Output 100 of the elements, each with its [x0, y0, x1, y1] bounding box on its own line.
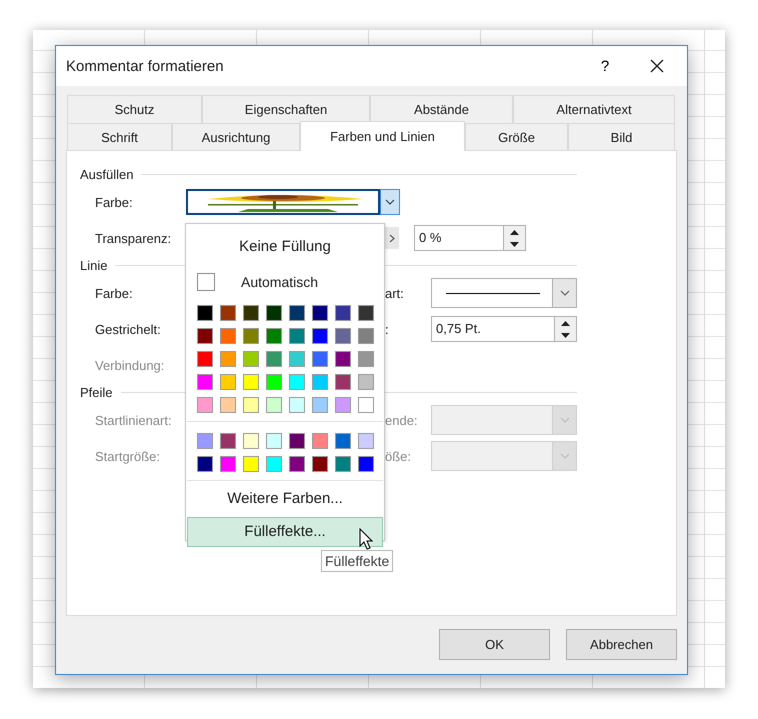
color-swatch[interactable]	[243, 374, 259, 390]
color-swatch[interactable]	[266, 305, 282, 321]
window-title: Kommentar formatieren	[66, 58, 225, 74]
tooltip: Fülleffekte	[321, 550, 394, 572]
color-swatch[interactable]	[358, 328, 374, 344]
color-swatch[interactable]	[266, 456, 282, 472]
color-swatch[interactable]	[289, 328, 305, 344]
dialog-button[interactable]: OK	[439, 629, 550, 660]
field-label: Farbe:	[95, 286, 134, 300]
field-label: :	[385, 322, 390, 336]
menu-item[interactable]: Automatisch	[241, 274, 318, 290]
color-swatch[interactable]	[266, 397, 282, 413]
color-swatch[interactable]	[335, 456, 351, 472]
color-swatch[interactable]	[197, 351, 213, 367]
color-swatch[interactable]	[289, 433, 305, 449]
section-heading: Ausfüllen	[80, 167, 134, 182]
close-icon	[650, 59, 664, 73]
color-swatch[interactable]	[220, 397, 236, 413]
color-swatch[interactable]	[358, 433, 374, 449]
chevron-right-icon	[389, 234, 395, 242]
color-swatch[interactable]	[220, 351, 236, 367]
color-swatch[interactable]	[289, 305, 305, 321]
chevron-down-icon	[560, 417, 570, 423]
color-swatch[interactable]	[220, 456, 236, 472]
line-weight-field[interactable]: 0,75 Pt.	[431, 316, 577, 342]
field-label: Verbindung:	[95, 358, 166, 372]
tab[interactable]: Schutz	[67, 95, 202, 123]
color-swatch[interactable]	[220, 305, 236, 321]
field-label: Gestrichelt:	[95, 322, 162, 336]
color-swatch[interactable]	[220, 433, 236, 449]
color-swatch[interactable]	[266, 433, 282, 449]
color-swatch[interactable]	[220, 328, 236, 344]
color-swatch[interactable]	[335, 397, 351, 413]
color-swatch[interactable]	[358, 456, 374, 472]
spin-up-icon[interactable]	[510, 230, 519, 234]
transparency-field[interactable]: 0 %	[414, 225, 526, 251]
color-swatch[interactable]	[243, 456, 259, 472]
color-swatch[interactable]	[312, 351, 328, 367]
color-swatch[interactable]	[289, 456, 305, 472]
spin-up-icon[interactable]	[561, 320, 570, 326]
chevron-down-icon	[560, 453, 570, 459]
color-swatch[interactable]	[243, 433, 259, 449]
dialog-button[interactable]: Abbrechen	[566, 629, 677, 660]
menu-item[interactable]: Weitere Farben...	[187, 487, 383, 511]
tab[interactable]: Ausrichtung	[172, 123, 300, 151]
field-label: Transparenz:	[95, 230, 172, 246]
color-swatch[interactable]	[312, 328, 328, 344]
color-swatch[interactable]	[358, 397, 374, 413]
color-swatch[interactable]	[289, 397, 305, 413]
tab[interactable]: Eigenschaften	[202, 95, 370, 123]
color-swatch[interactable]	[312, 305, 328, 321]
color-swatch[interactable]	[358, 305, 374, 321]
color-swatch[interactable]	[312, 397, 328, 413]
color-swatch[interactable]	[266, 328, 282, 344]
color-swatch[interactable]	[335, 374, 351, 390]
color-swatch[interactable]	[197, 328, 213, 344]
color-swatch[interactable]	[312, 433, 328, 449]
color-swatch[interactable]	[243, 328, 259, 344]
color-swatch[interactable]	[266, 374, 282, 390]
menu-item[interactable]: Fülleffekte...	[187, 517, 383, 547]
color-swatch[interactable]	[358, 351, 374, 367]
field-label: öße:	[385, 448, 412, 464]
spin-down-icon[interactable]	[510, 242, 519, 246]
section-heading: Linie	[80, 258, 108, 273]
color-swatch[interactable]	[220, 374, 236, 390]
help-button[interactable]: ?	[583, 46, 627, 86]
color-swatch[interactable]	[335, 433, 351, 449]
field-label: ende:	[385, 412, 419, 428]
tab[interactable]: Bild	[568, 123, 675, 151]
tab[interactable]: Größe	[465, 123, 568, 151]
color-swatch[interactable]	[266, 351, 282, 367]
color-swatch[interactable]	[243, 305, 259, 321]
color-swatch[interactable]	[197, 374, 213, 390]
line-style-dropdown[interactable]	[431, 278, 577, 308]
chevron-down-icon	[560, 290, 570, 296]
color-swatch[interactable]	[243, 351, 259, 367]
color-swatch[interactable]	[335, 305, 351, 321]
color-swatch[interactable]	[335, 328, 351, 344]
color-swatch[interactable]	[312, 456, 328, 472]
color-swatch[interactable]	[243, 397, 259, 413]
field-label: Startlinienart:	[95, 412, 173, 428]
color-swatch[interactable]	[312, 374, 328, 390]
color-swatch[interactable]	[289, 351, 305, 367]
color-swatch[interactable]	[197, 397, 213, 413]
color-swatch[interactable]	[197, 456, 213, 472]
tab[interactable]: Abstände	[370, 95, 513, 123]
spin-down-icon[interactable]	[561, 332, 570, 338]
menu-item[interactable]: Keine Füllung	[187, 235, 383, 259]
color-swatch[interactable]	[358, 374, 374, 390]
tab[interactable]: Farben und Linien	[300, 121, 465, 151]
field-label: art:	[385, 286, 405, 300]
automatic-swatch[interactable]	[197, 273, 215, 291]
color-swatch[interactable]	[335, 351, 351, 367]
field-label: Farbe:	[95, 194, 134, 210]
color-swatch[interactable]	[289, 374, 305, 390]
color-swatch[interactable]	[197, 433, 213, 449]
color-swatch[interactable]	[197, 305, 213, 321]
tab[interactable]: Alternativtext	[513, 95, 675, 123]
slider-right-button[interactable]	[385, 227, 399, 249]
tab[interactable]: Schrift	[67, 123, 172, 151]
